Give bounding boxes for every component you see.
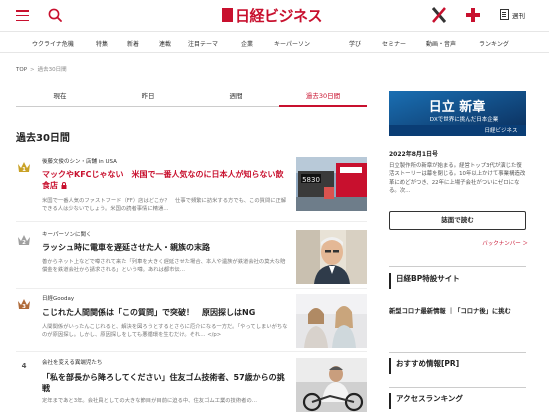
divider <box>16 351 367 352</box>
magazine-icon <box>500 9 509 20</box>
tab-current[interactable]: 現在 <box>16 89 104 107</box>
nav-item-learning[interactable]: 学び <box>349 39 361 48</box>
rank-title[interactable]: ラッシュ時に電車を遅延させた人・親族の末路 <box>42 242 290 253</box>
crown-gold-icon: 1 <box>18 162 30 173</box>
rank-number: 1 <box>22 167 26 173</box>
weekly-label: 週刊 <box>512 11 525 20</box>
ranking-item[interactable]: 3 日経Gooday こじれた人間関係は「この質問」で突破！ 原因探しはNG 人… <box>16 294 367 350</box>
ranking-tabs: 現在 昨日 週間 過去30日間 <box>16 89 367 107</box>
read-issue-button[interactable]: 誌面で読む <box>389 211 526 230</box>
logo-text: 日経ビジネス <box>235 6 323 25</box>
rank-category[interactable]: 会社を変える異端児たち <box>42 358 102 366</box>
ranking-item[interactable]: 4 会社を変える異端児たち 「私を部長から降ろしてください」住友ゴム技術者、57… <box>16 358 367 412</box>
rank-category[interactable]: キーパーソンに聞く <box>42 230 91 238</box>
nav-item-keyperson[interactable]: キーパーソン <box>274 39 310 48</box>
rank-thumbnail[interactable] <box>296 230 367 284</box>
divider <box>16 221 367 222</box>
rank-number: 4 <box>21 362 27 370</box>
magazine-cover-banner[interactable]: 日立 新章 DXで世界に挑んだ日本企業 日経ビジネス <box>389 91 526 136</box>
divider <box>389 266 526 267</box>
x-social-icon[interactable] <box>432 7 446 23</box>
menu-icon[interactable] <box>16 10 29 22</box>
bp-special-heading: 日経BP特設サイト <box>389 273 526 289</box>
tab-weekly[interactable]: 週間 <box>192 89 280 107</box>
breadcrumb-separator: > <box>30 67 35 73</box>
rank-number: 3 <box>22 304 26 310</box>
global-nav: ウクライナ危機 特集 新着 連載 注目テーマ 企業 キーパーソン 学び セミナー… <box>0 33 549 53</box>
ranking-item[interactable]: 1 後藤文俊のシン・店舗 in USA マックやKFCじゃない 米国で一番人気な… <box>16 157 367 217</box>
logo-mark <box>222 8 233 22</box>
tab-yesterday[interactable]: 昨日 <box>104 89 192 107</box>
plus-icon[interactable] <box>466 8 480 22</box>
nav-item-new[interactable]: 新着 <box>127 39 139 48</box>
weekly-magazine-link[interactable]: 週刊 <box>500 9 525 20</box>
ad-brand: 日経ビジネス <box>484 126 517 134</box>
rank-category[interactable]: 日経Gooday <box>42 294 74 302</box>
nav-item-ranking[interactable]: ランキング <box>479 39 509 48</box>
search-icon[interactable] <box>48 8 62 22</box>
nav-item-companies[interactable]: 企業 <box>241 39 253 48</box>
divider <box>389 352 526 353</box>
nav-item-feature[interactable]: 特集 <box>96 39 108 48</box>
nav-item-ukraine[interactable]: ウクライナ危機 <box>32 39 74 48</box>
rank-description: 人間関係がいったんこじれると、解決を図ろうとするとさらに厄介になる一方だ。「やっ… <box>42 324 288 338</box>
rank-title[interactable]: マックやKFCじゃない 米国で一番人気なのに日本人が知らない飲食店 <box>42 169 290 191</box>
section-title: 過去30日間 <box>16 133 70 144</box>
bp-special-link[interactable]: 新型コロナ最新情報 ｜「コロナ後」に挑む <box>389 307 526 316</box>
nav-item-themes[interactable]: 注目テーマ <box>188 39 218 48</box>
breadcrumb: TOP > 過去30日間 <box>16 65 67 73</box>
rank-title-text: マックやKFCじゃない 米国で一番人気なのに日本人が知らない飲食店 <box>42 170 284 190</box>
svg-text:5830: 5830 <box>302 176 320 184</box>
ad-subtitle: DXで世界に挑んだ日本企業 <box>430 115 499 123</box>
crown-bronze-icon: 3 <box>18 299 30 310</box>
breadcrumb-home[interactable]: TOP <box>16 67 27 73</box>
site-header: 日経ビジネス 週刊 <box>0 0 549 32</box>
rank-category[interactable]: 後藤文俊のシン・店舗 in USA <box>42 157 117 165</box>
divider <box>389 387 526 388</box>
nav-item-video[interactable]: 動画・音声 <box>426 39 456 48</box>
tab-30days[interactable]: 過去30日間 <box>279 89 367 107</box>
rank-description: 善からネット上などで噂されて来た「列車を大きく遅延させた場合、本人や遺族が鉄道会… <box>42 259 286 273</box>
ad-title: 日立 新章 <box>429 99 486 115</box>
breadcrumb-current: 過去30日間 <box>37 67 67 73</box>
ranking-item[interactable]: 2 キーパーソンに聞く ラッシュ時に電車を遅延させた人・親族の末路 善からネット… <box>16 230 367 286</box>
rank-description: 定年まであと3年。会社員としての大きな節目が目前に迫る中、住友ゴム工業の技術者の… <box>42 398 258 404</box>
rank-thumbnail[interactable]: 5830 <box>296 157 367 211</box>
crown-silver-icon: 2 <box>18 235 30 246</box>
rank-title[interactable]: こじれた人間関係は「この質問」で突破！ 原因探しはNG <box>42 307 290 318</box>
issue-date: 2022年8月1日号 <box>389 151 439 158</box>
nav-item-seminar[interactable]: セミナー <box>382 39 406 48</box>
rank-title[interactable]: 「私を部長から降ろしてください」住友ゴム技術者、57歳からの挑戦 <box>42 372 290 394</box>
rank-thumbnail[interactable] <box>296 294 367 348</box>
back-number-link[interactable]: バックナンバー ＞ <box>482 239 528 247</box>
recommend-heading: おすすめ情報[PR] <box>389 358 526 374</box>
nav-item-series[interactable]: 連載 <box>159 39 171 48</box>
access-ranking-heading: アクセスランキング <box>389 393 526 409</box>
rank-description: 米国で一番人気のファストフード（FF）店はどこか？ 仕事で頻繁に訪米する方でも、… <box>42 198 287 212</box>
divider <box>16 288 367 289</box>
site-logo[interactable]: 日経ビジネス <box>222 6 323 25</box>
rank-number: 2 <box>22 240 26 246</box>
issue-summary: 日立製作所の新章が始まる。経営トップ3代が演じた復活ストーリーは幕を閉じる。10… <box>389 163 526 194</box>
lock-icon <box>61 182 67 189</box>
rank-thumbnail[interactable] <box>296 358 367 412</box>
